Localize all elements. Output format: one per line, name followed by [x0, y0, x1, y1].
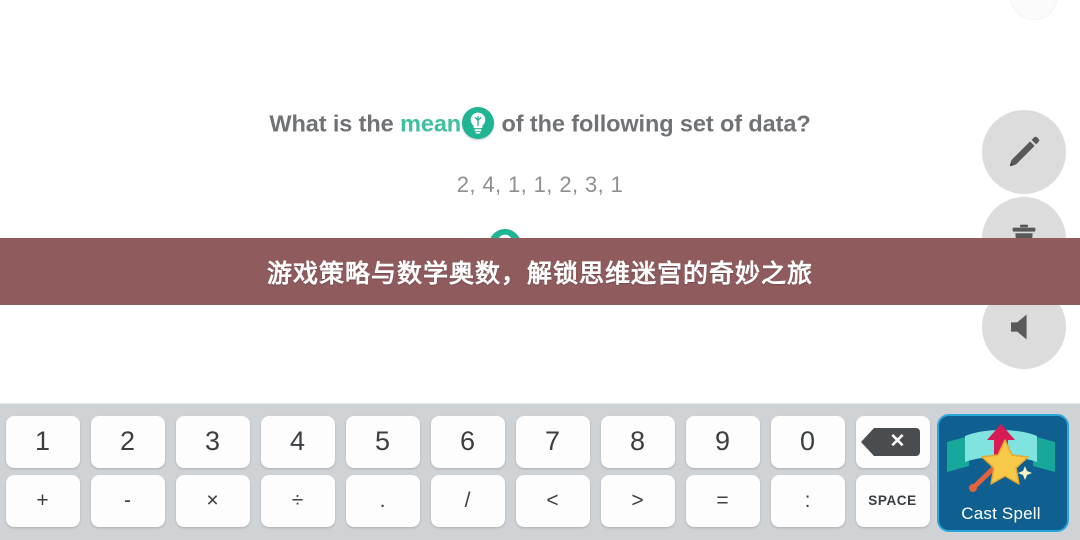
key-4[interactable]: 4 [255, 414, 340, 469]
key-period[interactable]: . [340, 473, 425, 528]
key-divide-cap: ÷ [260, 474, 335, 527]
key-6[interactable]: 6 [425, 414, 510, 469]
question-stage: What is the mean of the following set of… [0, 0, 1080, 403]
key-2[interactable]: 2 [85, 414, 170, 469]
keyboard-row-operators: + - × ÷. / < > =: SPACE [0, 473, 940, 528]
top-partial-circle [1010, 0, 1058, 20]
key-5[interactable]: 5 [340, 414, 425, 469]
key-minus[interactable]: - [85, 473, 170, 528]
promo-banner-text: 游戏策略与数学奥数，解锁思维迷宫的奇妙之旅 [266, 259, 813, 288]
question-highlight-word: mean [400, 110, 462, 137]
key-less-than-cap: < [515, 474, 590, 527]
key-equals[interactable]: = [680, 473, 765, 528]
key-9[interactable]: 9 [680, 414, 765, 469]
key-plus-cap: + [5, 474, 80, 527]
promo-banner: 游戏策略与数学奥数，解锁思维迷宫的奇妙之旅 [0, 238, 1080, 305]
question-prompt: What is the mean of the following set of… [0, 107, 1080, 140]
key-divide[interactable]: ÷ [255, 473, 340, 528]
key-4-cap: 4 [260, 415, 335, 468]
key-0-cap: 0 [770, 415, 845, 468]
key-less-than[interactable]: < [510, 473, 595, 528]
lightbulb-icon[interactable] [462, 107, 495, 139]
key-greater-than-cap: > [600, 474, 675, 527]
key-2-cap: 2 [90, 415, 165, 468]
question-prefix: What is the [269, 110, 401, 137]
key-minus-cap: - [90, 474, 165, 527]
on-screen-keyboard: 1 2 3 4 5 6 7 8 9 0 ✕ + - × ÷. / < > =: SPACE Cast Spell [0, 403, 1080, 540]
key-7-cap: 7 [515, 415, 590, 468]
key-9-cap: 9 [685, 415, 760, 468]
key-multiply[interactable]: × [170, 473, 255, 528]
key-colon[interactable]: : [765, 473, 850, 528]
key-7[interactable]: 7 [510, 414, 595, 469]
magic-wand-icon [947, 424, 1055, 492]
key-backspace-cap: ✕ [855, 415, 930, 468]
key-5-cap: 5 [345, 415, 420, 468]
key-multiply-cap: × [175, 474, 250, 527]
key-0[interactable]: 0 [765, 414, 850, 469]
key-3[interactable]: 3 [170, 414, 255, 469]
backspace-icon: ✕ [860, 427, 920, 456]
key-1[interactable]: 1 [0, 414, 85, 469]
key-greater-than[interactable]: > [595, 473, 680, 528]
data-set-values: 2, 4, 1, 1, 2, 3, 1 [456, 172, 624, 197]
key-plus[interactable]: + [0, 473, 85, 528]
key-colon-cap: : [770, 474, 845, 527]
key-8[interactable]: 8 [595, 414, 680, 469]
key-1-cap: 1 [5, 415, 80, 468]
backspace-x-glyph: ✕ [889, 431, 906, 452]
key-3-cap: 3 [175, 415, 250, 468]
keyboard-row-digits: 1 2 3 4 5 6 7 8 9 0 ✕ [0, 414, 940, 469]
key-slash[interactable]: / [425, 473, 510, 528]
key-backspace[interactable]: ✕ [850, 414, 935, 469]
key-6-cap: 6 [430, 415, 505, 468]
key-space-cap: SPACE [855, 474, 930, 527]
key-period-cap: . [345, 474, 420, 527]
pencil-icon [982, 110, 1066, 194]
key-8-cap: 8 [600, 415, 675, 468]
cast-spell-button[interactable]: Cast Spell [937, 414, 1069, 532]
key-space[interactable]: SPACE [850, 473, 935, 528]
edit-button[interactable] [982, 110, 1066, 194]
key-slash-cap: / [430, 474, 505, 527]
key-equals-cap: = [685, 474, 760, 527]
cast-spell-label: Cast Spell [961, 504, 1041, 523]
question-suffix: of the following set of data? [495, 110, 811, 137]
